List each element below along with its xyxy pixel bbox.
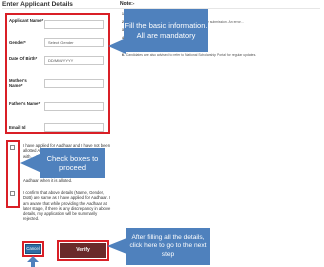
applicant-name-label: Applicant Name* — [9, 18, 44, 23]
fields-callout-arrow-icon — [108, 38, 126, 54]
verify-callout-arrow-icon — [107, 238, 127, 254]
dob-input[interactable]: DD/MM/YYYY — [44, 56, 104, 65]
confirm-details-text: I confirm that above details (Name, Gend… — [23, 190, 111, 222]
verify-callout: After filling all the details, click her… — [126, 228, 210, 265]
mother-name-input[interactable] — [44, 79, 104, 88]
dob-placeholder: DD/MM/YYYY — [48, 58, 74, 63]
dob-label: Date Of Birth* — [9, 56, 38, 61]
gender-select[interactable]: Select Gender — [44, 38, 104, 47]
aadhaar-applied-checkbox[interactable] — [10, 145, 15, 150]
applicant-name-input[interactable] — [44, 20, 104, 29]
email-label: Email Id — [9, 125, 26, 130]
confirm-details-checkbox[interactable] — [10, 191, 15, 196]
fields-highlight-box — [5, 13, 110, 134]
checkbox-callout-arrow-icon — [20, 153, 42, 173]
page-title: Enter Applicant Details — [2, 1, 73, 8]
gender-label: Gender* — [9, 40, 26, 45]
email-input[interactable] — [44, 123, 104, 132]
mother-name-label: Mother's Name* — [9, 78, 27, 88]
checkbox-highlight-box — [6, 140, 20, 208]
verify-button[interactable]: Verify — [60, 243, 106, 258]
notes-title: Note:- — [120, 1, 135, 7]
cancel-arrow-icon — [27, 256, 39, 267]
aadhaar-applied-text-tail: Aadhaar when it is alloted. — [23, 178, 73, 183]
gender-select-value: Select Gender — [48, 40, 74, 45]
cancel-button[interactable]: Cancel — [25, 244, 41, 254]
checkbox-callout: Check boxes to proceed — [40, 148, 105, 178]
father-name-input[interactable] — [44, 102, 104, 111]
father-name-label: Father's Name* — [9, 101, 41, 106]
cancel-highlight-box: Cancel — [22, 241, 44, 257]
verify-highlight-box: Verify — [57, 240, 109, 261]
fields-callout: Fill the basic information. All are mand… — [124, 9, 208, 52]
note-line: 6. Candidates are also advised to refer … — [122, 53, 257, 57]
